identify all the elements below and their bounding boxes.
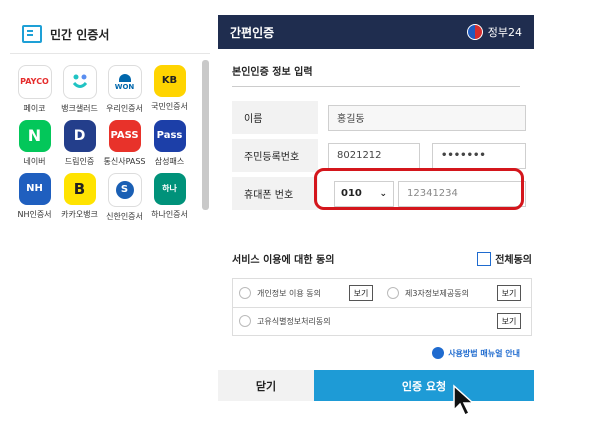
certificate-icon — [22, 25, 42, 43]
app-label: 페이코 — [23, 104, 46, 113]
cert-app-samsung-pass[interactable]: Pass 삼성패스 — [147, 120, 192, 167]
app-label: 신한인증서 — [106, 212, 143, 221]
app-label: 드림인증 — [64, 157, 95, 166]
view-button[interactable]: 보기 — [497, 285, 521, 301]
naver-icon: N — [18, 120, 51, 152]
dream-icon: D — [63, 120, 96, 152]
woori-icon: WON — [107, 65, 142, 99]
rrn-back-field[interactable]: ••••••• — [432, 142, 526, 169]
agreement-title: 서비스 이용에 대한 동의 — [232, 255, 335, 266]
banksalad-icon — [62, 65, 97, 99]
taegeuk-icon — [466, 24, 483, 40]
app-label: 국민인증서 — [151, 102, 188, 111]
nh-icon: NH — [18, 173, 51, 205]
simple-auth-dialog: 간편인증 정부24 본인인증 정보 입력 이름 홍길동 주민등록번호 80212… — [218, 15, 534, 401]
view-button[interactable]: 보기 — [497, 313, 521, 329]
app-label: 하나인증서 — [151, 210, 188, 219]
left-scrollbar[interactable] — [202, 60, 209, 210]
woori-text: WON — [114, 82, 135, 91]
cert-app-woori[interactable]: WON 우리인증서 — [102, 65, 147, 114]
name-field[interactable]: 홍길동 — [328, 104, 526, 131]
dialog-footer: 닫기 인증 요청 — [218, 370, 534, 401]
cert-app-pass[interactable]: PASS 통신사PASS — [102, 120, 147, 167]
app-label: 통신사PASS — [103, 157, 146, 166]
app-label: 삼성패스 — [154, 157, 185, 166]
phone-highlight-outline — [314, 168, 524, 210]
agree-unique-id[interactable]: 고유식별정보처리동의 — [239, 315, 331, 327]
cert-app-shinhan[interactable]: S 신한인증서 — [102, 173, 147, 222]
app-label: 카카오뱅크 — [61, 210, 98, 219]
private-cert-title: 민간 인증서 — [50, 27, 110, 42]
cert-app-payco[interactable]: PAYCO 페이코 — [12, 65, 57, 114]
cert-app-nh[interactable]: NH NH인증서 — [12, 173, 57, 222]
shinhan-text: S — [115, 181, 134, 199]
dialog-header: 간편인증 정부24 — [218, 15, 534, 49]
manual-link-label: 사용방법 매뉴얼 안내 — [448, 348, 520, 358]
section-title: 본인인증 정보 입력 — [232, 67, 313, 78]
agree-item-label: 제3자정보제공동의 — [405, 288, 469, 298]
agreement-box: 개인정보 이용 동의 보기 제3자정보제공동의 보기 고유식별정보처리동의 보기 — [232, 278, 532, 336]
cert-app-kb[interactable]: KB 국민인증서 — [147, 65, 192, 114]
cert-app-hana[interactable]: 하나 하나인증서 — [147, 173, 192, 222]
shinhan-icon: S — [107, 173, 142, 207]
agree-item-label: 고유식별정보처리동의 — [257, 316, 331, 326]
cert-app-naver[interactable]: N 네이버 — [12, 120, 57, 167]
rrn-label: 주민등록번호 — [232, 139, 318, 172]
mouse-cursor-icon — [453, 384, 475, 417]
agree-personal-info[interactable]: 개인정보 이용 동의 — [239, 287, 321, 299]
private-cert-header: 민간 인증서 — [10, 15, 210, 43]
request-auth-button[interactable]: 인증 요청 — [314, 370, 534, 401]
dialog-title: 간편인증 — [230, 25, 275, 40]
app-label: 네이버 — [23, 157, 46, 166]
agree-item-label: 개인정보 이용 동의 — [257, 288, 321, 298]
app-label: 뱅크샐러드 — [61, 104, 98, 113]
name-row: 이름 홍길동 — [232, 101, 532, 134]
gov24-brand: 정부24 — [466, 24, 522, 40]
kakaobank-icon: B — [63, 173, 96, 205]
user-icon — [432, 347, 445, 359]
name-label: 이름 — [232, 101, 318, 134]
agree-all-label: 전체동의 — [495, 255, 532, 266]
rrn-front-field[interactable]: 8021212 — [328, 142, 420, 169]
radio-icon — [239, 287, 251, 299]
hana-icon: 하나 — [153, 173, 186, 205]
app-label: NH인증서 — [17, 210, 52, 219]
app-label: 우리인증서 — [106, 104, 143, 113]
samsung-pass-icon: Pass — [153, 120, 186, 152]
brand-text: 정부24 — [487, 26, 522, 39]
agree-all-checkbox[interactable]: 전체동의 — [477, 251, 532, 266]
phone-label: 휴대폰 번호 — [232, 177, 318, 210]
divider — [232, 86, 520, 87]
radio-icon — [387, 287, 399, 299]
close-button[interactable]: 닫기 — [218, 370, 314, 401]
view-button[interactable]: 보기 — [349, 285, 373, 301]
kb-icon: KB — [153, 65, 186, 97]
payco-icon: PAYCO — [17, 65, 52, 99]
pass-icon: PASS — [108, 120, 141, 152]
manual-link[interactable]: 사용방법 매뉴얼 안내 — [432, 347, 520, 359]
cert-app-banksalad[interactable]: 뱅크샐러드 — [57, 65, 102, 114]
cert-app-kakaobank[interactable]: B 카카오뱅크 — [57, 173, 102, 222]
cert-app-grid: PAYCO 페이코 뱅크샐러드 WON 우리인증서 KB 국민인증서 N 네이버… — [12, 65, 192, 222]
radio-icon — [239, 315, 251, 327]
agreement-header: 서비스 이용에 대한 동의 전체동의 — [232, 251, 532, 266]
agree-third-party[interactable]: 제3자정보제공동의 — [387, 287, 469, 299]
divider — [10, 53, 210, 54]
checkbox-icon — [477, 251, 492, 266]
cert-app-dream[interactable]: D 드림인증 — [57, 120, 102, 167]
divider — [233, 307, 531, 308]
